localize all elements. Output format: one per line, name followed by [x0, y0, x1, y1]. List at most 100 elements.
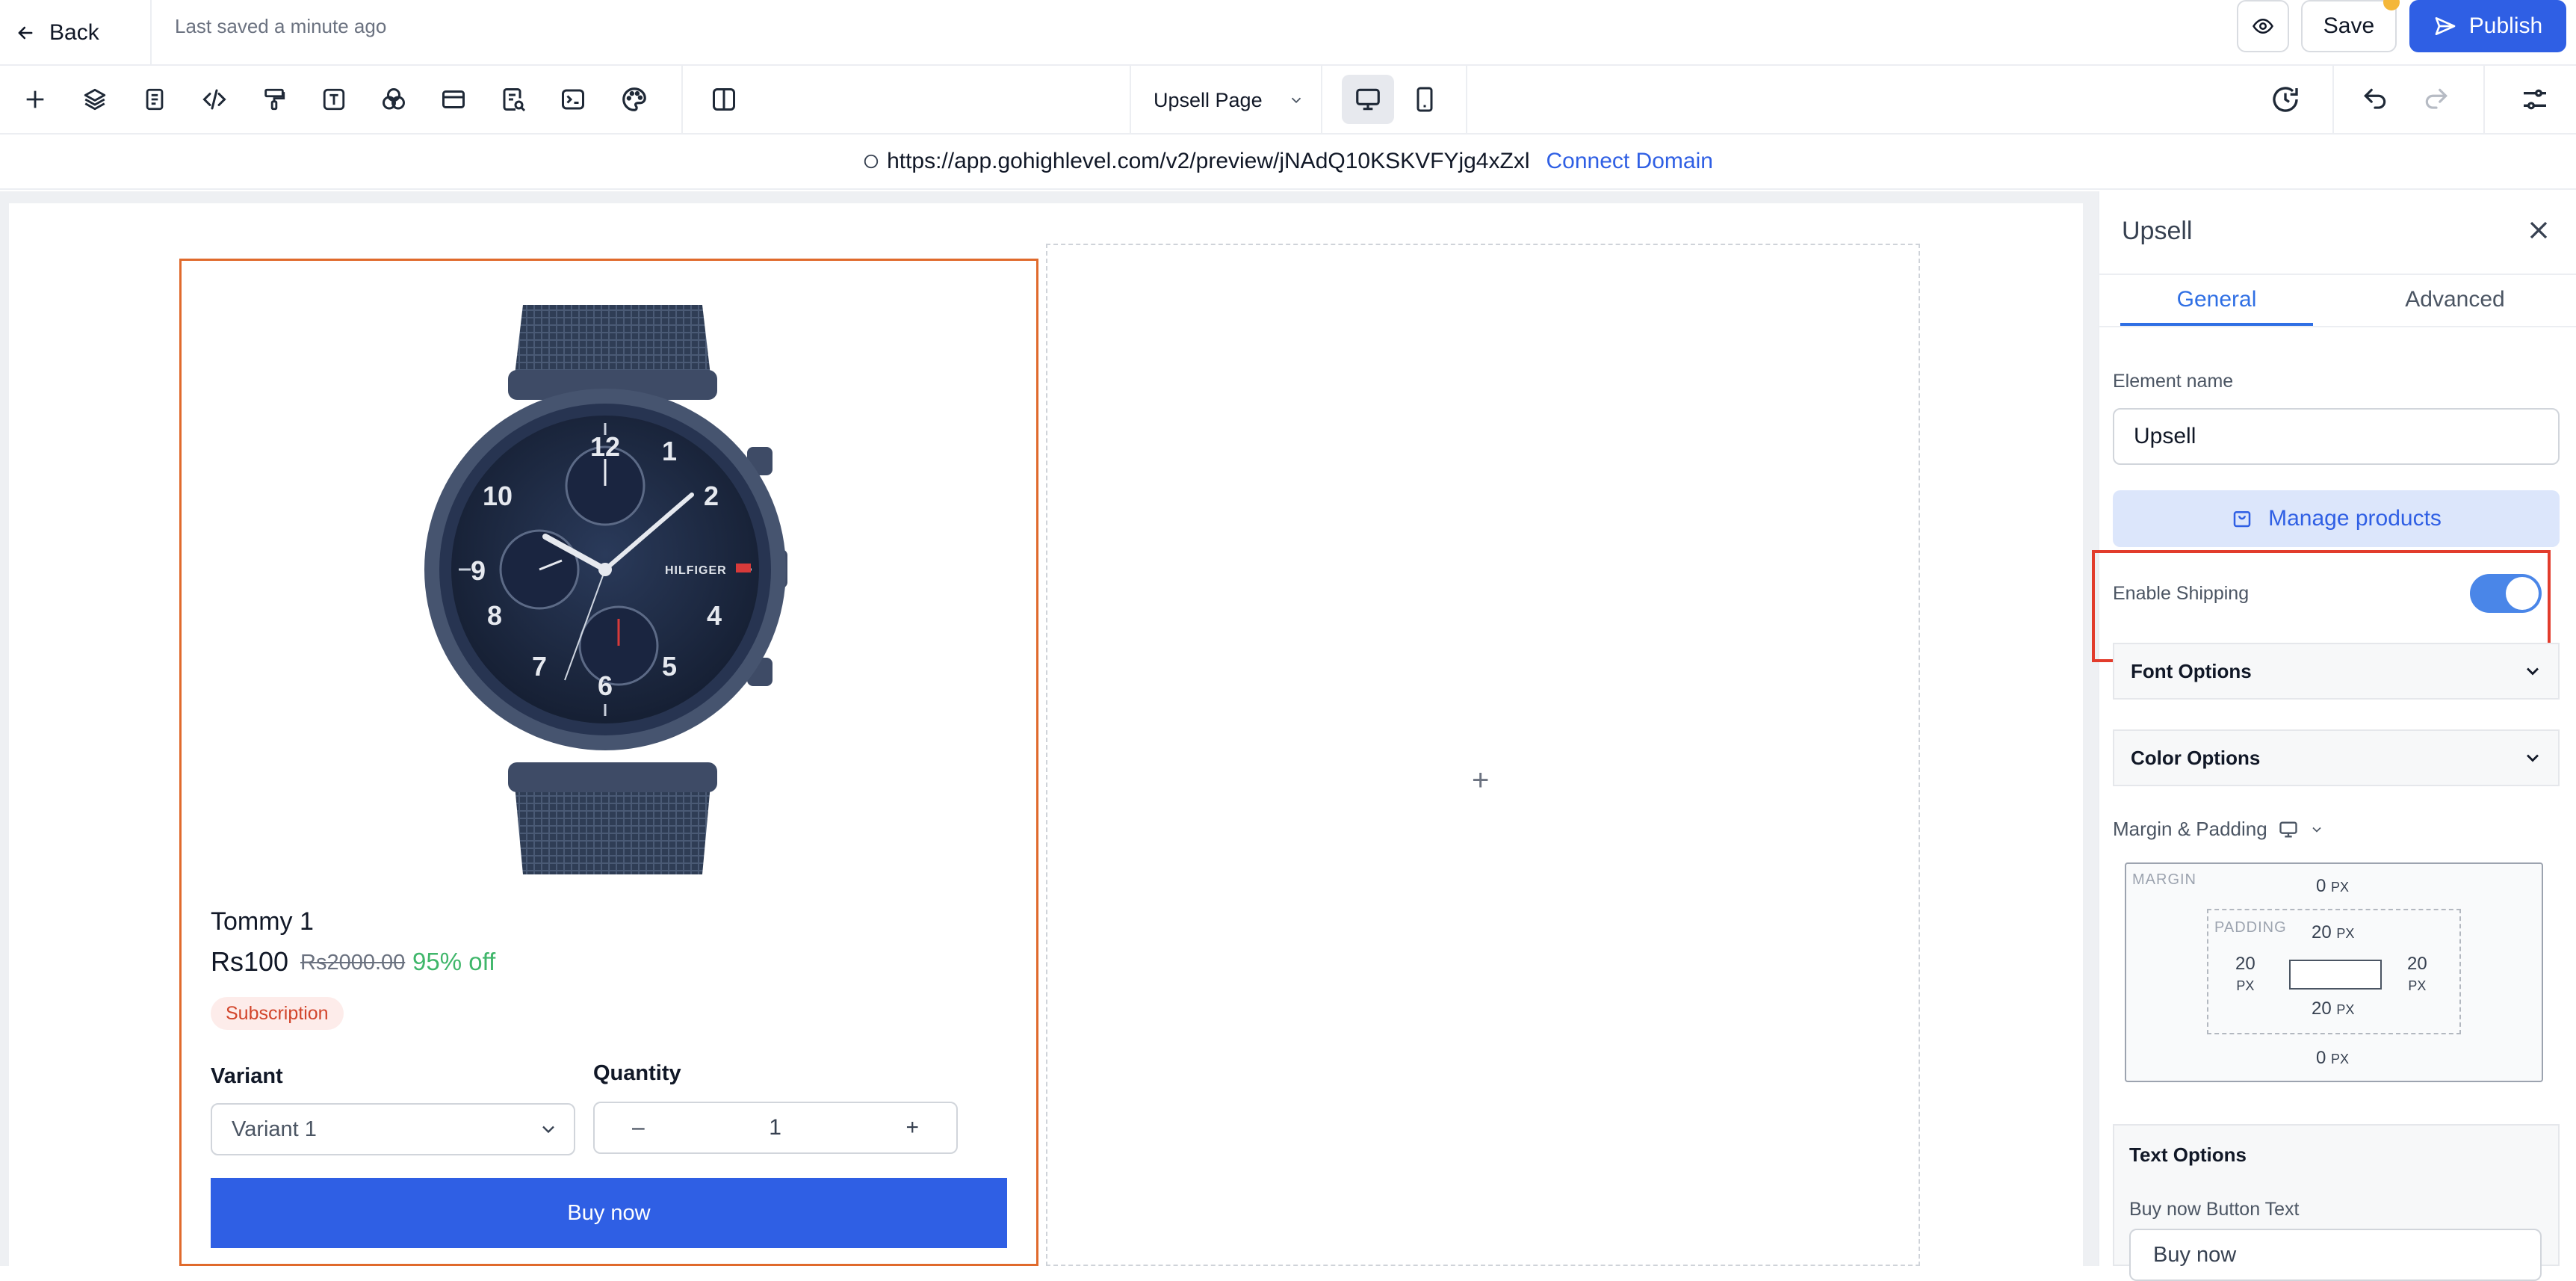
settings-sliders-icon[interactable] [2518, 82, 2552, 117]
eye-icon [2252, 15, 2274, 37]
circle-icon [863, 153, 879, 170]
back-label: Back [49, 20, 99, 45]
back-button[interactable]: Back [15, 10, 99, 55]
chevron-down-icon [538, 1119, 559, 1140]
divider [2098, 274, 2576, 275]
arrow-left-icon [15, 22, 36, 43]
chevron-down-icon [2522, 747, 2543, 768]
shopping-bag-icon [2231, 507, 2253, 530]
tab-advanced[interactable]: Advanced [2358, 287, 2552, 312]
padding-top-value[interactable]: 20 PX [2312, 922, 2354, 943]
last-saved-text: Last saved a minute ago [175, 15, 387, 37]
shapes-icon[interactable] [377, 82, 411, 117]
page-select[interactable]: Upsell Page [1154, 84, 1304, 117]
variant-select[interactable]: Variant 1 [211, 1103, 575, 1155]
connect-domain-link[interactable]: Connect Domain [1546, 149, 1712, 174]
product-image: HILFIGER 12 1 2 4 5 6 7 8 9 10 [418, 299, 807, 882]
divider [1466, 66, 1467, 135]
product-price: Rs100 [211, 946, 289, 977]
divider [681, 66, 683, 135]
paint-roller-icon[interactable] [257, 82, 291, 117]
color-options-label: Color Options [2131, 746, 2261, 769]
buy-now-text-input[interactable]: Buy now [2129, 1229, 2542, 1281]
layers-icon[interactable] [78, 82, 112, 117]
element-name-input[interactable]: Upsell [2113, 408, 2560, 465]
code-icon[interactable] [197, 82, 232, 117]
empty-column[interactable] [1046, 244, 1920, 1266]
product-name: Tommy 1 [211, 907, 314, 936]
discount-label: 95% off [412, 948, 496, 975]
editor-toolbar: Upsell Page [0, 66, 2576, 135]
panel-title: Upsell [2122, 217, 2193, 245]
top-bar: Back Last saved a minute ago Save Publis… [0, 0, 2576, 66]
padding-right-value[interactable]: 20 PX [2407, 954, 2427, 996]
save-button[interactable]: Save [2301, 0, 2397, 52]
svg-text:10: 10 [483, 481, 513, 511]
preview-button[interactable] [2237, 0, 2289, 52]
svg-text:HILFIGER: HILFIGER [665, 564, 727, 577]
undo-icon[interactable] [2358, 82, 2392, 117]
add-icon[interactable] [18, 82, 52, 117]
svg-text:9: 9 [471, 555, 486, 586]
margin-padding-text: Margin & Padding [2113, 818, 2267, 840]
section-icon[interactable] [436, 82, 471, 117]
buy-now-button[interactable]: Buy now [211, 1178, 1007, 1248]
smartphone-icon [1411, 86, 1438, 113]
preview-url-text: https://app.gohighlevel.com/v2/preview/j… [887, 149, 1530, 173]
margin-caption: MARGIN [2132, 871, 2196, 888]
svg-text:8: 8 [487, 600, 502, 631]
svg-text:2: 2 [704, 481, 719, 511]
divider [2098, 326, 2576, 327]
decrement-button[interactable]: – [632, 1115, 645, 1140]
content-box [2289, 960, 2382, 990]
publish-label: Publish [2468, 13, 2543, 38]
redo-icon[interactable] [2419, 82, 2453, 117]
padding-left-value[interactable]: 20 PX [2235, 954, 2255, 996]
chevron-down-icon [2522, 661, 2543, 682]
divider [150, 0, 152, 66]
text-icon[interactable] [317, 82, 351, 117]
manage-products-button[interactable]: Manage products [2113, 490, 2560, 547]
increment-button[interactable]: + [905, 1115, 919, 1140]
variant-label: Variant [211, 1064, 283, 1088]
mobile-view-button[interactable] [1402, 75, 1448, 124]
tab-general[interactable]: General [2120, 287, 2313, 312]
margin-bottom-value[interactable]: 0 PX [2316, 1048, 2349, 1069]
quantity-value[interactable]: 1 [769, 1115, 781, 1140]
publish-button[interactable]: Publish [2409, 0, 2566, 52]
palette-icon[interactable] [617, 82, 651, 117]
page-search-icon[interactable] [496, 82, 530, 117]
variant-value: Variant 1 [232, 1117, 317, 1141]
padding-caption: PADDING [2214, 919, 2287, 936]
close-icon[interactable] [2524, 215, 2554, 245]
page-icon[interactable] [137, 82, 172, 117]
margin-top-value[interactable]: 0 PX [2316, 876, 2349, 897]
history-icon[interactable] [2268, 82, 2303, 117]
quantity-label: Quantity [593, 1061, 681, 1085]
monitor-icon [1354, 85, 1382, 114]
product-old-price: Rs2000.00 [300, 951, 406, 975]
page-select-value: Upsell Page [1154, 88, 1263, 111]
divider [1130, 66, 1131, 135]
text-options-label: Text Options [2129, 1143, 2247, 1166]
padding-bottom-value[interactable]: 20 PX [2312, 998, 2354, 1019]
monitor-icon[interactable] [2278, 819, 2299, 840]
terminal-icon[interactable] [556, 82, 590, 117]
svg-text:4: 4 [707, 600, 722, 631]
columns-icon[interactable] [707, 82, 741, 117]
svg-text:6: 6 [598, 670, 613, 701]
color-options-accordion[interactable]: Color Options [2113, 729, 2560, 786]
element-name-label: Element name [2113, 371, 2234, 392]
chevron-down-icon [1288, 92, 1304, 108]
settings-panel [2098, 191, 2576, 1266]
buy-now-text-label: Buy now Button Text [2129, 1199, 2300, 1220]
svg-text:1: 1 [662, 436, 677, 466]
quantity-stepper: – 1 + [593, 1102, 958, 1154]
manage-products-label: Manage products [2268, 506, 2442, 531]
send-icon [2433, 14, 2457, 38]
preview-url[interactable]: https://app.gohighlevel.com/v2/preview/j… [863, 149, 1529, 174]
chevron-down-icon[interactable] [2309, 822, 2324, 837]
add-element-icon[interactable]: + [1472, 765, 1489, 795]
desktop-view-button[interactable] [1342, 75, 1394, 124]
font-options-accordion[interactable]: Font Options [2113, 643, 2560, 700]
